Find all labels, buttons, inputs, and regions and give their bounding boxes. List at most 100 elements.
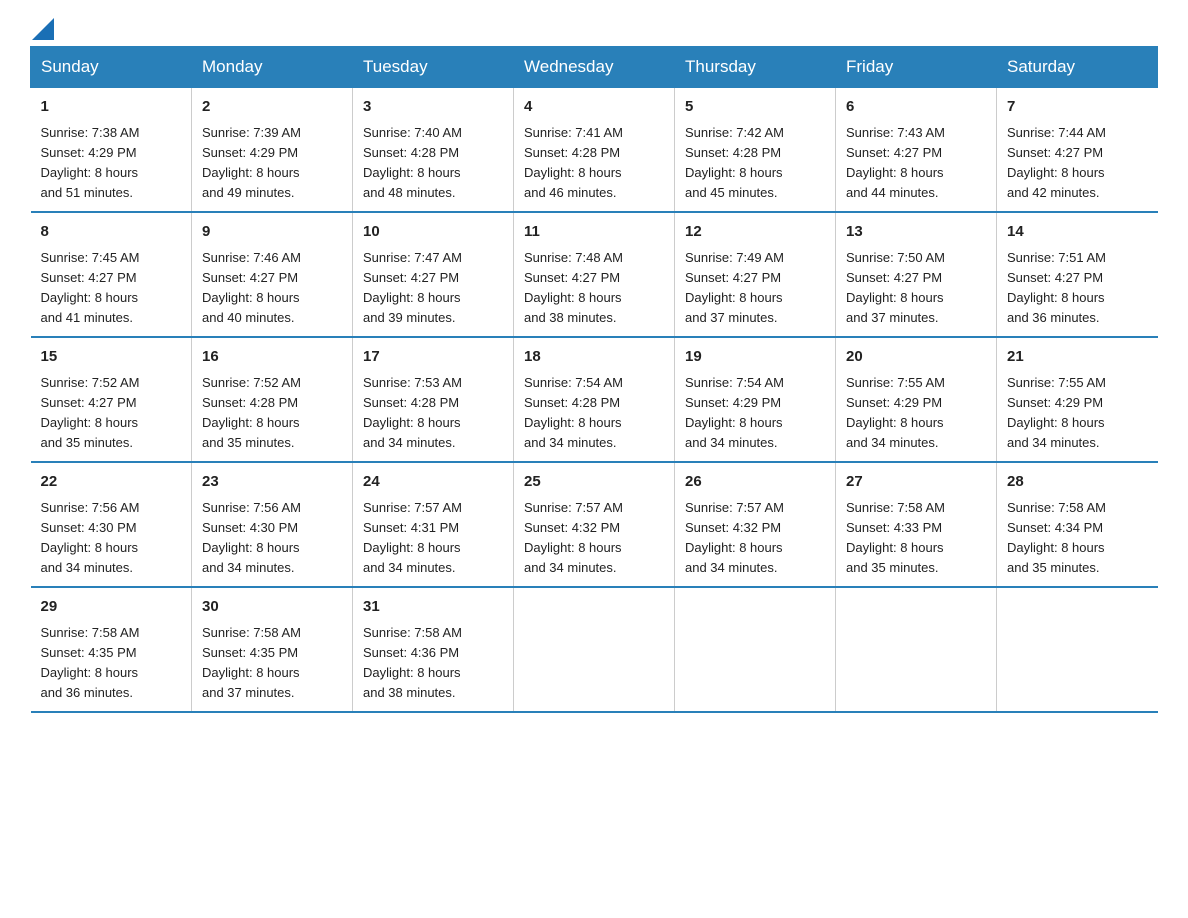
- calendar-cell: [997, 587, 1158, 712]
- day-number: 22: [41, 471, 182, 494]
- day-number: 27: [846, 471, 986, 494]
- day-info: Sunrise: 7:51 AMSunset: 4:27 PMDaylight:…: [1007, 248, 1148, 329]
- day-info: Sunrise: 7:52 AMSunset: 4:28 PMDaylight:…: [202, 373, 342, 454]
- day-number: 13: [846, 221, 986, 244]
- day-info: Sunrise: 7:50 AMSunset: 4:27 PMDaylight:…: [846, 248, 986, 329]
- day-info: Sunrise: 7:42 AMSunset: 4:28 PMDaylight:…: [685, 123, 825, 204]
- calendar-cell: 25Sunrise: 7:57 AMSunset: 4:32 PMDayligh…: [514, 462, 675, 587]
- calendar-cell: 7 Sunrise: 7:44 AMSunset: 4:27 PMDaylight…: [997, 88, 1158, 213]
- calendar-cell: 2 Sunrise: 7:39 AMSunset: 4:29 PMDaylight…: [192, 88, 353, 213]
- day-info: Sunrise: 7:44 AMSunset: 4:27 PMDaylight:…: [1007, 123, 1148, 204]
- day-info: Sunrise: 7:46 AMSunset: 4:27 PMDaylight:…: [202, 248, 342, 329]
- calendar-cell: 22 Sunrise: 7:56 AMSunset: 4:30 PMDayligh…: [31, 462, 192, 587]
- day-number: 29: [41, 596, 182, 619]
- calendar-week-row: 8 Sunrise: 7:45 AMSunset: 4:27 PMDaylight…: [31, 212, 1158, 337]
- day-info: Sunrise: 7:41 AMSunset: 4:28 PMDaylight:…: [524, 123, 664, 204]
- day-number: 8: [41, 221, 182, 244]
- day-info: Sunrise: 7:54 AMSunset: 4:29 PMDaylight:…: [685, 373, 825, 454]
- calendar-cell: [675, 587, 836, 712]
- day-number: 10: [363, 221, 503, 244]
- calendar-week-row: 1 Sunrise: 7:38 AMSunset: 4:29 PMDaylight…: [31, 88, 1158, 213]
- day-info: Sunrise: 7:55 AMSunset: 4:29 PMDaylight:…: [1007, 373, 1148, 454]
- day-info: Sunrise: 7:56 AMSunset: 4:30 PMDaylight:…: [41, 498, 182, 579]
- calendar-cell: 15Sunrise: 7:52 AMSunset: 4:27 PMDayligh…: [31, 337, 192, 462]
- calendar-cell: 6 Sunrise: 7:43 AMSunset: 4:27 PMDaylight…: [836, 88, 997, 213]
- calendar-cell: 8 Sunrise: 7:45 AMSunset: 4:27 PMDaylight…: [31, 212, 192, 337]
- calendar-table: SundayMondayTuesdayWednesdayThursdayFrid…: [30, 46, 1158, 713]
- day-number: 7: [1007, 96, 1148, 119]
- calendar-cell: [514, 587, 675, 712]
- day-number: 11: [524, 221, 664, 244]
- day-number: 30: [202, 596, 342, 619]
- calendar-cell: 21 Sunrise: 7:55 AMSunset: 4:29 PMDayligh…: [997, 337, 1158, 462]
- day-info: Sunrise: 7:39 AMSunset: 4:29 PMDaylight:…: [202, 123, 342, 204]
- calendar-cell: 9Sunrise: 7:46 AMSunset: 4:27 PMDaylight…: [192, 212, 353, 337]
- logo-triangle-icon: [32, 18, 54, 40]
- calendar-cell: [836, 587, 997, 712]
- day-number: 3: [363, 96, 503, 119]
- day-number: 23: [202, 471, 342, 494]
- day-number: 28: [1007, 471, 1148, 494]
- day-info: Sunrise: 7:58 AMSunset: 4:34 PMDaylight:…: [1007, 498, 1148, 579]
- calendar-cell: 16 Sunrise: 7:52 AMSunset: 4:28 PMDayligh…: [192, 337, 353, 462]
- calendar-cell: 24 Sunrise: 7:57 AMSunset: 4:31 PMDayligh…: [353, 462, 514, 587]
- day-info: Sunrise: 7:55 AMSunset: 4:29 PMDaylight:…: [846, 373, 986, 454]
- calendar-cell: 26 Sunrise: 7:57 AMSunset: 4:32 PMDayligh…: [675, 462, 836, 587]
- page-header: [30, 20, 1158, 36]
- day-number: 24: [363, 471, 503, 494]
- day-info: Sunrise: 7:47 AMSunset: 4:27 PMDaylight:…: [363, 248, 503, 329]
- calendar-cell: 4 Sunrise: 7:41 AMSunset: 4:28 PMDaylight…: [514, 88, 675, 213]
- day-number: 14: [1007, 221, 1148, 244]
- calendar-cell: 13 Sunrise: 7:50 AMSunset: 4:27 PMDayligh…: [836, 212, 997, 337]
- day-number: 20: [846, 346, 986, 369]
- day-info: Sunrise: 7:58 AMSunset: 4:33 PMDaylight:…: [846, 498, 986, 579]
- day-info: Sunrise: 7:57 AMSunset: 4:32 PMDaylight:…: [524, 498, 664, 579]
- calendar-cell: 17 Sunrise: 7:53 AMSunset: 4:28 PMDayligh…: [353, 337, 514, 462]
- calendar-week-row: 22 Sunrise: 7:56 AMSunset: 4:30 PMDayligh…: [31, 462, 1158, 587]
- header-day-monday: Monday: [192, 47, 353, 88]
- day-number: 18: [524, 346, 664, 369]
- calendar-cell: 10 Sunrise: 7:47 AMSunset: 4:27 PMDayligh…: [353, 212, 514, 337]
- day-number: 16: [202, 346, 342, 369]
- day-info: Sunrise: 7:56 AMSunset: 4:30 PMDaylight:…: [202, 498, 342, 579]
- day-info: Sunrise: 7:49 AMSunset: 4:27 PMDaylight:…: [685, 248, 825, 329]
- calendar-cell: 19Sunrise: 7:54 AMSunset: 4:29 PMDayligh…: [675, 337, 836, 462]
- calendar-cell: 11Sunrise: 7:48 AMSunset: 4:27 PMDayligh…: [514, 212, 675, 337]
- day-number: 5: [685, 96, 825, 119]
- calendar-cell: 30Sunrise: 7:58 AMSunset: 4:35 PMDayligh…: [192, 587, 353, 712]
- calendar-week-row: 29 Sunrise: 7:58 AMSunset: 4:35 PMDayligh…: [31, 587, 1158, 712]
- day-info: Sunrise: 7:57 AMSunset: 4:32 PMDaylight:…: [685, 498, 825, 579]
- header-day-friday: Friday: [836, 47, 997, 88]
- day-number: 2: [202, 96, 342, 119]
- day-info: Sunrise: 7:52 AMSunset: 4:27 PMDaylight:…: [41, 373, 182, 454]
- day-number: 6: [846, 96, 986, 119]
- day-info: Sunrise: 7:43 AMSunset: 4:27 PMDaylight:…: [846, 123, 986, 204]
- logo-icon: [30, 20, 54, 36]
- day-info: Sunrise: 7:38 AMSunset: 4:29 PMDaylight:…: [41, 123, 182, 204]
- day-number: 21: [1007, 346, 1148, 369]
- day-info: Sunrise: 7:58 AMSunset: 4:35 PMDaylight:…: [41, 623, 182, 704]
- header-day-sunday: Sunday: [31, 47, 192, 88]
- header-day-saturday: Saturday: [997, 47, 1158, 88]
- calendar-cell: 20 Sunrise: 7:55 AMSunset: 4:29 PMDayligh…: [836, 337, 997, 462]
- day-info: Sunrise: 7:57 AMSunset: 4:31 PMDaylight:…: [363, 498, 503, 579]
- day-info: Sunrise: 7:53 AMSunset: 4:28 PMDaylight:…: [363, 373, 503, 454]
- day-number: 1: [41, 96, 182, 119]
- calendar-cell: 3 Sunrise: 7:40 AMSunset: 4:28 PMDaylight…: [353, 88, 514, 213]
- day-info: Sunrise: 7:58 AMSunset: 4:36 PMDaylight:…: [363, 623, 503, 704]
- day-info: Sunrise: 7:54 AMSunset: 4:28 PMDaylight:…: [524, 373, 664, 454]
- day-number: 17: [363, 346, 503, 369]
- calendar-cell: 23 Sunrise: 7:56 AMSunset: 4:30 PMDayligh…: [192, 462, 353, 587]
- day-info: Sunrise: 7:40 AMSunset: 4:28 PMDaylight:…: [363, 123, 503, 204]
- calendar-cell: 12Sunrise: 7:49 AMSunset: 4:27 PMDayligh…: [675, 212, 836, 337]
- calendar-header-row: SundayMondayTuesdayWednesdayThursdayFrid…: [31, 47, 1158, 88]
- day-info: Sunrise: 7:45 AMSunset: 4:27 PMDaylight:…: [41, 248, 182, 329]
- calendar-cell: 29 Sunrise: 7:58 AMSunset: 4:35 PMDayligh…: [31, 587, 192, 712]
- header-day-wednesday: Wednesday: [514, 47, 675, 88]
- calendar-cell: 5 Sunrise: 7:42 AMSunset: 4:28 PMDaylight…: [675, 88, 836, 213]
- day-number: 26: [685, 471, 825, 494]
- calendar-cell: 31Sunrise: 7:58 AMSunset: 4:36 PMDayligh…: [353, 587, 514, 712]
- calendar-cell: 18 Sunrise: 7:54 AMSunset: 4:28 PMDayligh…: [514, 337, 675, 462]
- day-number: 4: [524, 96, 664, 119]
- header-day-thursday: Thursday: [675, 47, 836, 88]
